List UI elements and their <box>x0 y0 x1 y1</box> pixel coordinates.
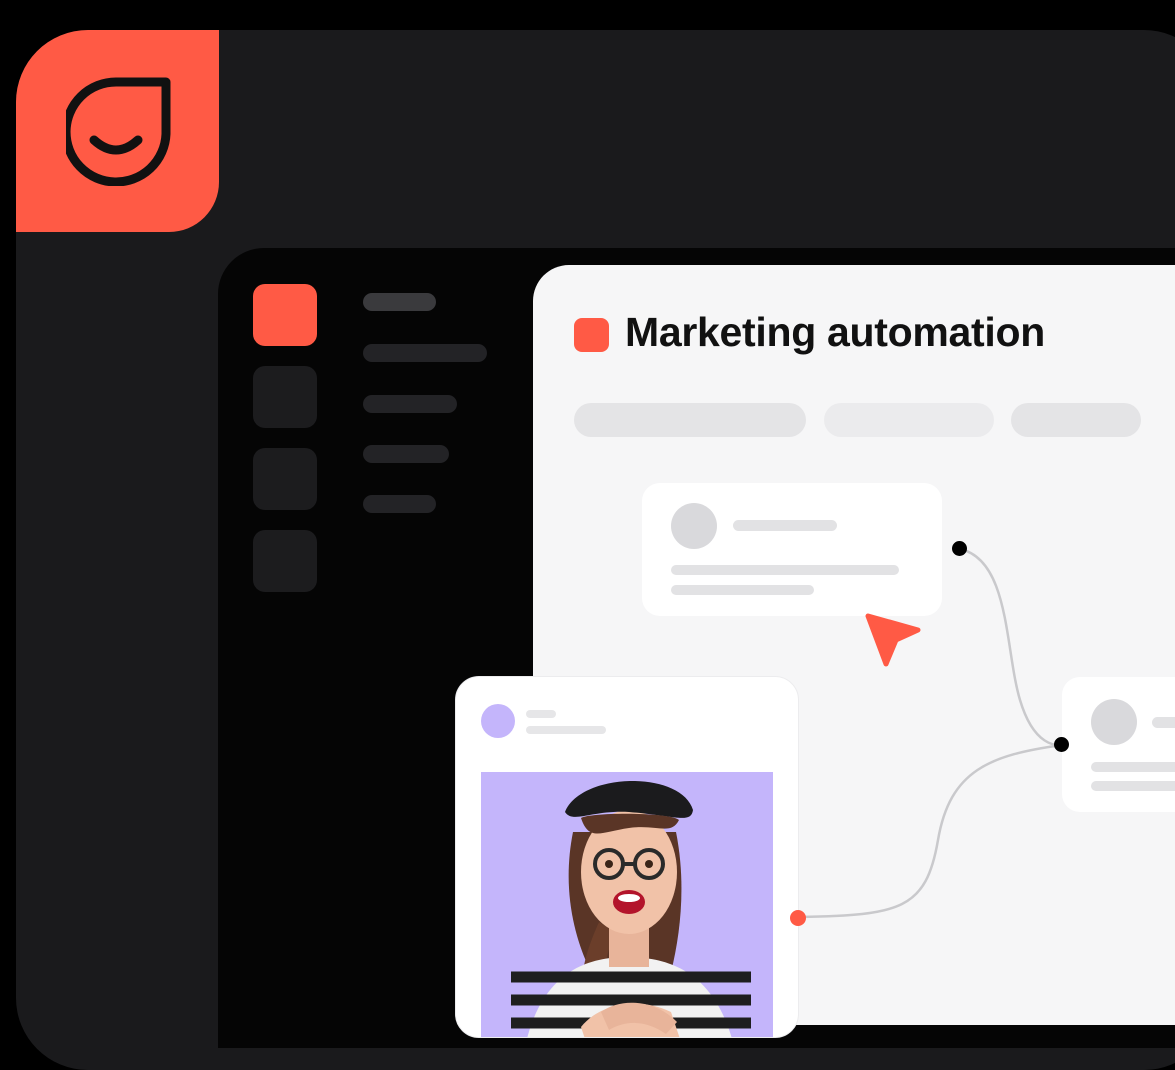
connector-dot[interactable] <box>1054 737 1069 752</box>
social-post-card[interactable] <box>455 676 799 1038</box>
text-placeholder <box>526 726 606 734</box>
connector-dot[interactable] <box>790 910 806 926</box>
text-placeholder <box>1091 781 1175 791</box>
text-placeholder <box>733 520 837 531</box>
avatar <box>481 704 515 738</box>
woman-illustration <box>511 780 751 1037</box>
text-placeholder <box>526 710 556 718</box>
avatar <box>671 503 717 549</box>
smile-drop-icon <box>66 77 171 186</box>
excited-woman-photo <box>481 772 773 1037</box>
text-placeholder <box>1152 717 1175 728</box>
text-placeholder <box>671 565 899 575</box>
connector-dot[interactable] <box>952 541 967 556</box>
avatar <box>1091 699 1137 745</box>
text-placeholder <box>1091 762 1175 772</box>
logo-tile[interactable] <box>16 30 219 232</box>
pointer-arrow-icon <box>865 613 921 667</box>
text-placeholder <box>671 585 814 595</box>
